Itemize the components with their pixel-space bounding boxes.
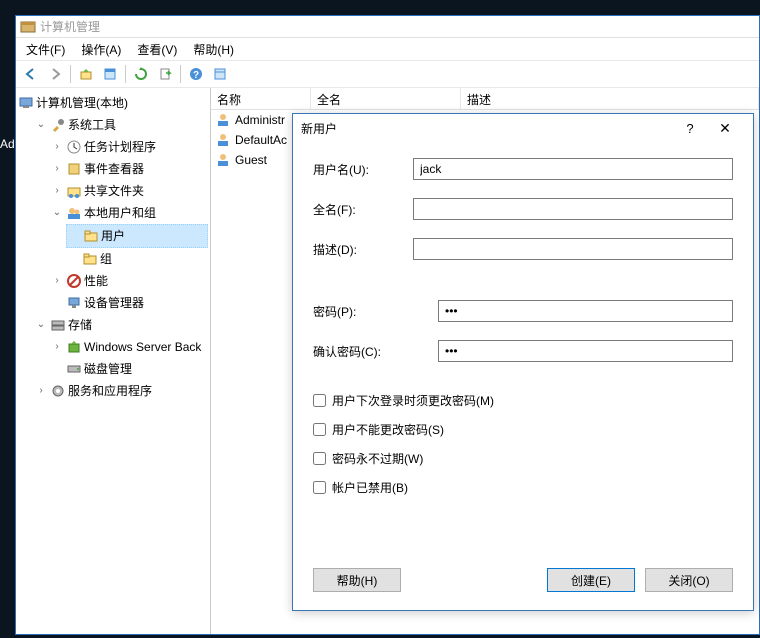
close-icon[interactable]: ✕ <box>705 120 745 137</box>
app-icon <box>20 19 36 35</box>
services-icon <box>50 383 66 399</box>
user-icon <box>215 132 231 148</box>
description-label: 描述(D): <box>313 241 413 258</box>
dialog-title: 新用户 <box>301 120 675 137</box>
menu-action[interactable]: 操作(A) <box>75 39 127 60</box>
dialog-help-icon[interactable]: ? <box>675 121 705 136</box>
tree-device-manager[interactable]: 设备管理器 <box>50 292 208 314</box>
password-label: 密码(P): <box>313 303 438 320</box>
title-bar: 计算机管理 <box>16 16 759 38</box>
fullname-input[interactable] <box>413 198 733 220</box>
col-name[interactable]: 名称 <box>211 88 311 109</box>
window-title: 计算机管理 <box>40 18 100 35</box>
disabled-checkbox[interactable] <box>313 481 326 494</box>
tree-users[interactable]: 用户 <box>66 224 208 248</box>
confirm-label: 确认密码(C): <box>313 343 438 360</box>
disk-icon <box>66 361 82 377</box>
menu-help[interactable]: 帮助(H) <box>187 39 240 60</box>
toolbar: ? <box>16 60 759 88</box>
cannot-change-checkbox[interactable] <box>313 423 326 436</box>
fullname-label: 全名(F): <box>313 201 413 218</box>
back-button[interactable] <box>20 63 42 85</box>
up-button[interactable] <box>75 63 97 85</box>
user-icon <box>215 152 231 168</box>
shared-folder-icon <box>66 183 82 199</box>
collapse-icon[interactable]: ⌄ <box>34 115 48 135</box>
clock-icon <box>66 139 82 155</box>
col-fullname[interactable]: 全名 <box>311 88 461 109</box>
never-expires-checkbox[interactable] <box>313 452 326 465</box>
backup-icon <box>66 339 82 355</box>
expand-icon[interactable]: › <box>50 159 64 179</box>
background-text: Ad <box>0 137 15 151</box>
expand-icon[interactable]: › <box>34 381 48 401</box>
tree-root[interactable]: 计算机管理(本地) <box>18 92 208 114</box>
tree-system-tools[interactable]: ⌄ 系统工具 <box>34 114 208 136</box>
computer-icon <box>18 95 34 111</box>
performance-icon <box>66 273 82 289</box>
menu-bar: 文件(F) 操作(A) 查看(V) 帮助(H) <box>16 38 759 60</box>
close-button[interactable]: 关闭(O) <box>645 568 733 592</box>
username-label: 用户名(U): <box>313 161 413 178</box>
help-button[interactable]: ? <box>185 63 207 85</box>
disabled-label: 帐户已禁用(B) <box>332 479 408 496</box>
tree-groups[interactable]: 组 <box>66 248 208 270</box>
tree-disk-management[interactable]: 磁盘管理 <box>50 358 208 380</box>
menu-file[interactable]: 文件(F) <box>20 39 71 60</box>
cannot-change-label: 用户不能更改密码(S) <box>332 421 444 438</box>
tree-shared-folders[interactable]: ›共享文件夹 <box>50 180 208 202</box>
collapse-icon[interactable]: ⌄ <box>50 203 64 223</box>
dialog-title-bar[interactable]: 新用户 ? ✕ <box>293 114 753 142</box>
confirm-password-input[interactable] <box>438 340 733 362</box>
view-button[interactable] <box>209 63 231 85</box>
folder-icon <box>82 251 98 267</box>
tree-windows-backup[interactable]: ›Windows Server Back <box>50 336 208 358</box>
password-input[interactable] <box>438 300 733 322</box>
tree-task-scheduler[interactable]: ›任务计划程序 <box>50 136 208 158</box>
never-expires-label: 密码永不过期(W) <box>332 450 423 467</box>
tree-local-users-groups[interactable]: ⌄本地用户和组 <box>50 202 208 224</box>
export-button[interactable] <box>154 63 176 85</box>
storage-icon <box>50 317 66 333</box>
username-input[interactable] <box>413 158 733 180</box>
description-input[interactable] <box>413 238 733 260</box>
tree-panel: 计算机管理(本地) ⌄ 系统工具 ›任务计划程序 <box>16 88 211 634</box>
menu-view[interactable]: 查看(V) <box>131 39 183 60</box>
expand-icon[interactable]: › <box>50 271 64 291</box>
tools-icon <box>50 117 66 133</box>
properties-button[interactable] <box>99 63 121 85</box>
expand-icon[interactable]: › <box>50 337 64 357</box>
create-button[interactable]: 创建(E) <box>547 568 635 592</box>
collapse-icon[interactable]: ⌄ <box>34 315 48 335</box>
must-change-checkbox[interactable] <box>313 394 326 407</box>
tree-performance[interactable]: ›性能 <box>50 270 208 292</box>
svg-text:?: ? <box>193 70 199 81</box>
expand-icon[interactable]: › <box>50 181 64 201</box>
tree-event-viewer[interactable]: ›事件查看器 <box>50 158 208 180</box>
tree-services-apps[interactable]: ›服务和应用程序 <box>34 380 208 402</box>
user-icon <box>215 112 231 128</box>
help-button[interactable]: 帮助(H) <box>313 568 401 592</box>
expand-icon[interactable]: › <box>50 137 64 157</box>
new-user-dialog: 新用户 ? ✕ 用户名(U): 全名(F): 描述(D): 密码(P): 确认 <box>292 113 754 611</box>
event-icon <box>66 161 82 177</box>
device-icon <box>66 295 82 311</box>
users-icon <box>66 205 82 221</box>
folder-icon <box>83 228 99 244</box>
forward-button[interactable] <box>44 63 66 85</box>
refresh-button[interactable] <box>130 63 152 85</box>
tree-storage[interactable]: ⌄存储 <box>34 314 208 336</box>
col-description[interactable]: 描述 <box>461 88 759 109</box>
must-change-label: 用户下次登录时须更改密码(M) <box>332 392 494 409</box>
list-header: 名称 全名 描述 <box>211 88 759 110</box>
